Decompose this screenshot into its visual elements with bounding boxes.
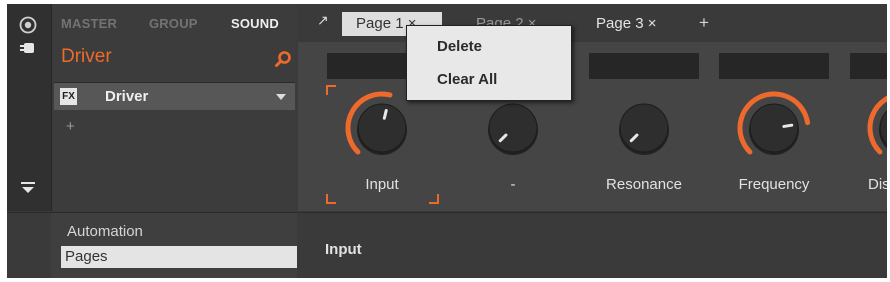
param-value-field bbox=[719, 53, 829, 79]
icon-column bbox=[7, 4, 52, 211]
add-page-button[interactable]: + bbox=[699, 13, 709, 33]
tab-master[interactable]: MASTER bbox=[61, 16, 117, 31]
expand-icon[interactable]: ↗ bbox=[317, 12, 329, 29]
plugin-slot[interactable]: FX Driver bbox=[54, 82, 295, 110]
target-icon[interactable] bbox=[17, 14, 39, 36]
context-menu: Delete Clear All bbox=[406, 25, 572, 101]
param-label: Frequency bbox=[738, 176, 810, 193]
menu-item-clear-all[interactable]: Clear All bbox=[437, 71, 497, 88]
pages-field-value: Pages bbox=[65, 248, 108, 265]
focus-corner bbox=[326, 194, 336, 204]
param-label: - bbox=[510, 176, 516, 193]
tab-sound[interactable]: SOUND bbox=[231, 16, 279, 31]
param-value-field bbox=[589, 53, 699, 79]
chevron-down-icon[interactable] bbox=[276, 94, 286, 100]
knob-indicator bbox=[382, 108, 388, 120]
search-icon[interactable] bbox=[274, 50, 292, 68]
knob-body bbox=[619, 103, 669, 153]
sound-name: Driver bbox=[61, 46, 112, 67]
bottom-icon-column bbox=[7, 212, 51, 278]
plugin-slot-name: Driver bbox=[105, 88, 149, 105]
parameter-info-panel: Input bbox=[298, 212, 887, 278]
parameter-area: Input - Resonance Frequency Dist bbox=[298, 42, 887, 211]
param-label: Resonance bbox=[606, 176, 682, 193]
knob-indicator bbox=[782, 123, 794, 128]
knob-body bbox=[749, 103, 799, 153]
pages-field[interactable]: Pages bbox=[61, 246, 297, 268]
collapse-arrow-icon[interactable] bbox=[17, 176, 39, 198]
plug-icon[interactable] bbox=[17, 37, 39, 59]
fx-badge: FX bbox=[60, 88, 77, 105]
tab-page-3[interactable]: Page 3 × bbox=[596, 15, 656, 32]
knob-body bbox=[488, 103, 538, 153]
sound-panel: MASTER GROUP SOUND Driver FX Driver + bbox=[52, 4, 297, 211]
param-label: Input bbox=[365, 176, 399, 193]
param-value-field bbox=[850, 53, 887, 79]
knob-body bbox=[357, 103, 407, 153]
page-tab-bar: ↗ Page 1 × Page 2 × Page 3 × + bbox=[298, 4, 887, 42]
param-label: Dist bbox=[868, 176, 887, 193]
focus-corner bbox=[326, 85, 336, 95]
tab-group[interactable]: GROUP bbox=[149, 16, 198, 31]
focus-corner bbox=[429, 194, 439, 204]
knob-resonance[interactable] bbox=[604, 88, 684, 168]
knob-dist[interactable] bbox=[864, 88, 887, 168]
menu-item-delete[interactable]: Delete bbox=[437, 38, 482, 55]
automation-label: Automation bbox=[67, 223, 143, 240]
selected-param-label: Input bbox=[325, 241, 362, 258]
knob-frequency[interactable] bbox=[734, 88, 814, 168]
add-slot-button[interactable]: + bbox=[66, 118, 75, 135]
